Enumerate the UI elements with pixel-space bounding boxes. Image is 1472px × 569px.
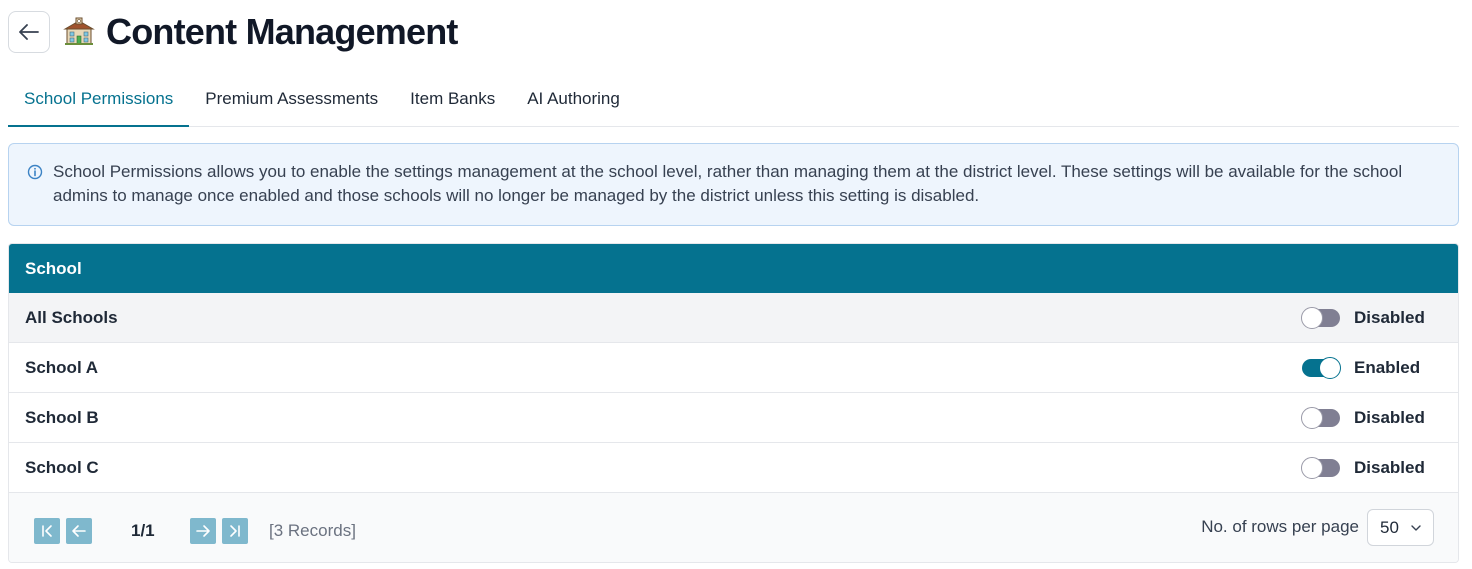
permission-toggle[interactable]	[1301, 456, 1340, 479]
permission-toggle[interactable]	[1301, 306, 1340, 329]
toggle-knob	[1319, 356, 1341, 379]
school-permissions-table: School All Schools Disabled School A Ena…	[8, 243, 1459, 563]
school-name: School A	[25, 357, 99, 377]
table-row: School C Disabled	[9, 443, 1458, 493]
rows-per-page-select[interactable]: 50	[1367, 509, 1434, 546]
table-row: School A Enabled	[9, 343, 1458, 393]
rows-per-page-label: No. of rows per page	[1201, 517, 1359, 536]
table-row: School B Disabled	[9, 393, 1458, 443]
table-header: School	[9, 244, 1458, 293]
tab-bar: School Permissions Premium Assessments I…	[8, 72, 1459, 127]
table-row: All Schools Disabled	[9, 293, 1458, 343]
toggle-knob	[1301, 406, 1323, 429]
permission-toggle[interactable]	[1301, 406, 1340, 429]
first-page-button[interactable]	[34, 518, 60, 544]
toggle-status-label: Disabled	[1354, 307, 1425, 327]
page-indicator: 1/1	[131, 521, 155, 540]
info-icon	[27, 164, 43, 180]
school-building-icon	[62, 15, 96, 49]
back-button[interactable]	[8, 11, 50, 53]
column-header-school: School	[25, 258, 82, 278]
previous-page-button[interactable]	[66, 518, 92, 544]
arrow-right-icon	[196, 525, 210, 537]
tab-school-permissions[interactable]: School Permissions	[8, 72, 190, 127]
tab-premium-assessments[interactable]: Premium Assessments	[189, 72, 394, 126]
last-page-icon	[230, 525, 240, 537]
permission-toggle[interactable]	[1302, 356, 1341, 379]
chevron-down-icon	[1411, 525, 1421, 531]
arrow-left-icon	[72, 525, 86, 537]
next-page-button[interactable]	[190, 518, 216, 544]
page-header: Content Management	[8, 11, 458, 53]
school-name: School B	[25, 407, 99, 427]
record-count: [3 Records]	[269, 521, 356, 540]
first-page-icon	[42, 525, 52, 537]
toggle-status-label: Enabled	[1354, 357, 1421, 377]
arrow-left-icon	[19, 24, 39, 40]
info-banner: School Permissions allows you to enable …	[8, 143, 1459, 226]
school-name: All Schools	[25, 307, 118, 327]
tab-item-banks[interactable]: Item Banks	[394, 72, 511, 126]
info-text: School Permissions allows you to enable …	[53, 162, 1403, 205]
pagination-bar: 1/1 [3 Records] No. of rows per page 50	[9, 493, 1458, 562]
rows-per-page-value: 50	[1380, 517, 1399, 537]
tab-ai-authoring[interactable]: AI Authoring	[511, 72, 636, 126]
page-title: Content Management	[106, 11, 458, 52]
school-name: School C	[25, 457, 99, 477]
toggle-status-label: Disabled	[1354, 407, 1425, 427]
toggle-knob	[1301, 456, 1323, 479]
toggle-status-label: Disabled	[1354, 457, 1425, 477]
last-page-button[interactable]	[222, 518, 248, 544]
toggle-knob	[1301, 306, 1323, 329]
